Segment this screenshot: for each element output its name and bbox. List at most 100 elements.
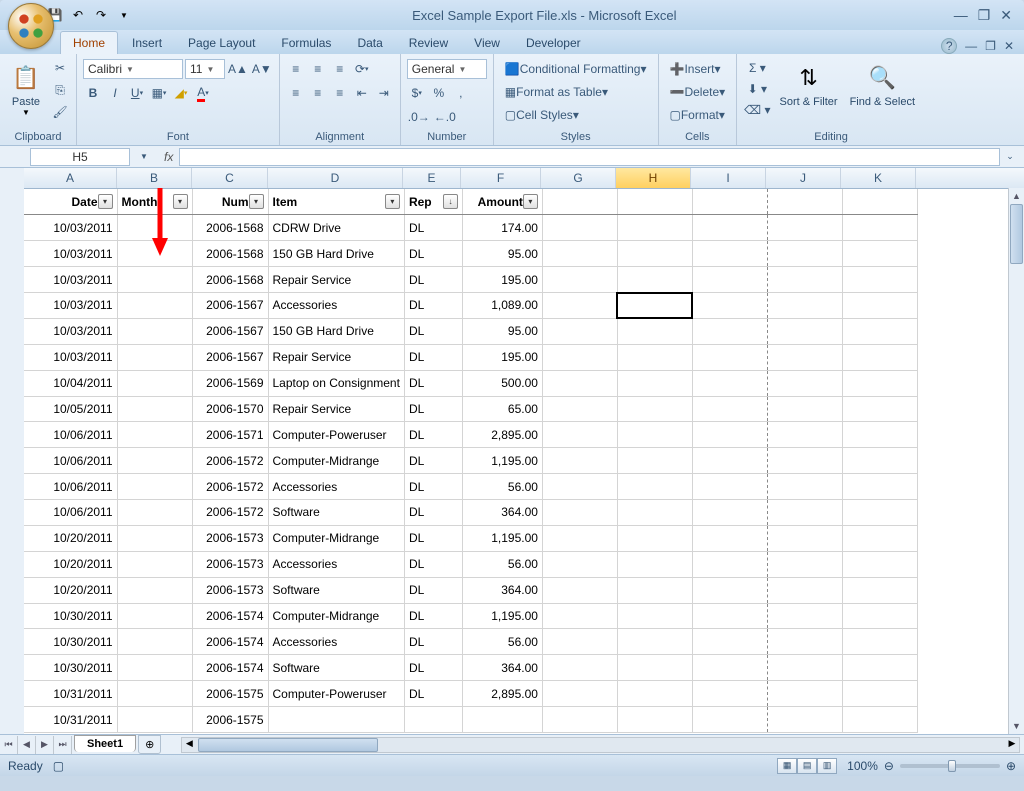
cell[interactable]: 56.00 <box>462 551 542 577</box>
horizontal-scrollbar[interactable]: ◀ ▶ <box>181 737 1020 753</box>
cell[interactable]: DL <box>404 267 462 293</box>
cell[interactable] <box>542 267 617 293</box>
cell[interactable] <box>117 448 192 474</box>
cell[interactable]: 2006-1567 <box>192 318 268 344</box>
cell[interactable] <box>842 215 917 241</box>
cell[interactable] <box>117 603 192 629</box>
cell[interactable]: 2006-1574 <box>192 629 268 655</box>
align-left-button[interactable]: ≡ <box>286 83 306 103</box>
cell[interactable]: 2006-1575 <box>192 707 268 733</box>
doc-close-button[interactable]: ✕ <box>1004 39 1014 53</box>
cell[interactable]: DL <box>404 318 462 344</box>
cell[interactable]: Computer-Midrange <box>268 603 404 629</box>
cell[interactable]: 1,195.00 <box>462 525 542 551</box>
cell[interactable] <box>692 215 767 241</box>
cell[interactable]: DL <box>404 577 462 603</box>
cell[interactable]: 2006-1573 <box>192 525 268 551</box>
cell[interactable] <box>542 396 617 422</box>
new-sheet-button[interactable]: ⊕ <box>138 735 161 754</box>
sheet-tab[interactable]: Sheet1 <box>74 735 136 752</box>
row-header[interactable]: 3 <box>0 233 24 255</box>
cell[interactable] <box>767 422 842 448</box>
cell[interactable] <box>692 525 767 551</box>
cell[interactable] <box>692 318 767 344</box>
cell[interactable]: Accessories <box>268 293 404 319</box>
cell[interactable]: 10/06/2011 <box>24 448 117 474</box>
tab-view[interactable]: View <box>462 32 512 54</box>
cell[interactable] <box>767 551 842 577</box>
row-header[interactable]: 16 <box>0 519 24 541</box>
cell-styles-button[interactable]: ▢ Cell Styles ▾ <box>500 105 584 125</box>
cell[interactable] <box>692 241 767 267</box>
paste-button[interactable]: 📋 Paste ▼ <box>6 58 46 119</box>
office-button[interactable] <box>8 3 54 49</box>
cell[interactable]: 10/06/2011 <box>24 500 117 526</box>
page-layout-view-button[interactable]: ▤ <box>797 758 817 774</box>
qat-customize[interactable]: ▼ <box>113 4 135 26</box>
orientation-button[interactable]: ⟳▾ <box>352 59 372 79</box>
cell[interactable] <box>767 577 842 603</box>
cell[interactable] <box>692 629 767 655</box>
cell[interactable]: 1,089.00 <box>462 293 542 319</box>
cell[interactable] <box>617 629 692 655</box>
cell[interactable] <box>617 241 692 267</box>
cell[interactable]: 2006-1572 <box>192 448 268 474</box>
close-button[interactable]: ✕ <box>1000 7 1012 24</box>
name-box-dropdown[interactable]: ▼ <box>134 147 154 167</box>
cell[interactable] <box>117 525 192 551</box>
increase-decimal-button[interactable]: .0→ <box>407 107 431 127</box>
cell[interactable] <box>617 267 692 293</box>
cell[interactable]: 195.00 <box>462 344 542 370</box>
column-header[interactable]: K <box>841 168 916 188</box>
name-box[interactable]: H5 <box>30 148 130 166</box>
tab-page-layout[interactable]: Page Layout <box>176 32 267 54</box>
zoom-level[interactable]: 100% <box>847 759 878 773</box>
filter-dropdown[interactable]: ↓ <box>443 194 458 209</box>
shrink-font-button[interactable]: A▼ <box>251 59 273 79</box>
cell[interactable] <box>767 241 842 267</box>
align-top-button[interactable]: ≡ <box>286 59 306 79</box>
row-header[interactable]: 7 <box>0 321 24 343</box>
cell[interactable]: Software <box>268 655 404 681</box>
cell[interactable]: 10/03/2011 <box>24 344 117 370</box>
row-header[interactable]: 9 <box>0 365 24 387</box>
cell[interactable] <box>117 215 192 241</box>
cell[interactable] <box>842 681 917 707</box>
cell[interactable] <box>268 707 404 733</box>
format-cells-button[interactable]: ▢ Format ▾ <box>665 105 730 125</box>
cell[interactable] <box>692 603 767 629</box>
cell[interactable] <box>842 422 917 448</box>
row-header[interactable]: 5 <box>0 277 24 299</box>
doc-restore-button[interactable]: ❐ <box>985 39 996 53</box>
scroll-up-button[interactable]: ▲ <box>1009 188 1024 204</box>
cell[interactable] <box>617 500 692 526</box>
macro-record-button[interactable]: ▢ <box>53 759 64 773</box>
cell[interactable] <box>117 551 192 577</box>
cell[interactable] <box>767 681 842 707</box>
cell[interactable] <box>542 448 617 474</box>
cell[interactable]: 95.00 <box>462 241 542 267</box>
cell[interactable] <box>542 293 617 319</box>
cell[interactable]: 2006-1568 <box>192 241 268 267</box>
cell[interactable] <box>117 577 192 603</box>
cell[interactable] <box>692 448 767 474</box>
cell[interactable] <box>117 318 192 344</box>
cell[interactable]: DL <box>404 525 462 551</box>
row-header[interactable]: 4 <box>0 255 24 277</box>
cell[interactable] <box>692 707 767 733</box>
cell[interactable]: 10/03/2011 <box>24 241 117 267</box>
cell[interactable]: 10/30/2011 <box>24 655 117 681</box>
tab-data[interactable]: Data <box>345 32 394 54</box>
cell[interactable]: Accessories <box>268 629 404 655</box>
cell[interactable]: 95.00 <box>462 318 542 344</box>
cell[interactable] <box>842 474 917 500</box>
tab-developer[interactable]: Developer <box>514 32 593 54</box>
cell[interactable]: DL <box>404 474 462 500</box>
undo-button[interactable]: ↶ <box>67 4 89 26</box>
cell[interactable] <box>462 707 542 733</box>
prev-sheet-button[interactable]: ◀ <box>18 736 36 754</box>
percent-button[interactable]: % <box>429 83 449 103</box>
align-bottom-button[interactable]: ≡ <box>330 59 350 79</box>
scroll-down-button[interactable]: ▼ <box>1009 718 1024 734</box>
clear-button[interactable]: ⌫ ▾ <box>743 100 771 120</box>
